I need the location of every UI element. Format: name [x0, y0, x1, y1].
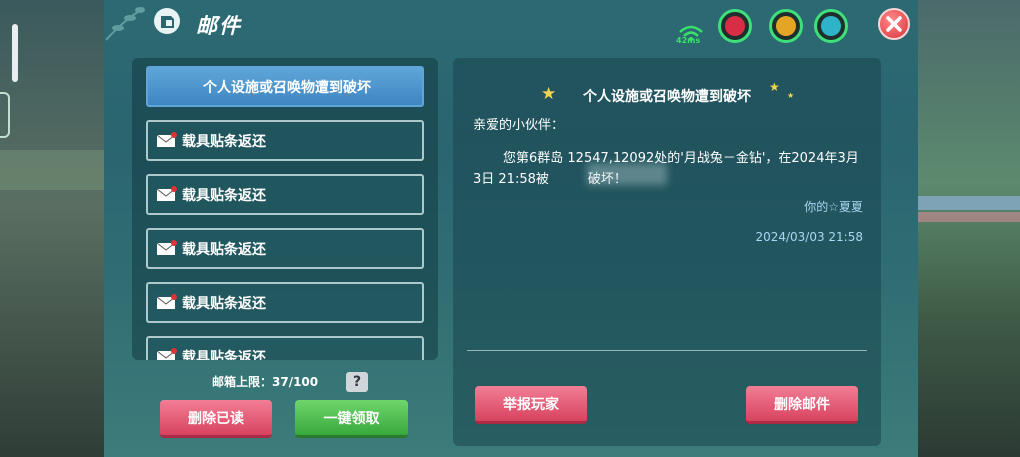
panel-header: 邮件 42ms — [104, 0, 918, 46]
health-status[interactable] — [718, 9, 752, 43]
water-icon — [821, 16, 841, 36]
mail-signature: 你的☆夏夏 — [804, 200, 863, 214]
side-tab[interactable] — [0, 92, 10, 138]
mail-icon — [154, 8, 180, 34]
mail-item-label: 载具贴条返还 — [182, 242, 266, 258]
divider — [467, 350, 867, 351]
side-handle[interactable] — [12, 24, 18, 82]
mail-item[interactable]: 载具贴条返还 — [146, 282, 424, 323]
mail-item-selected[interactable]: 个人设施或召唤物遭到破坏 — [146, 66, 424, 107]
background-road — [0, 150, 104, 190]
ping-readout: 42ms — [676, 36, 701, 45]
envelope-icon — [156, 348, 177, 360]
mail-item[interactable]: 载具贴条返还 — [146, 228, 424, 269]
mail-item-label: 载具贴条返还 — [182, 350, 266, 360]
question-icon[interactable]: ? — [346, 372, 368, 392]
envelope-icon — [156, 186, 177, 201]
close-button[interactable] — [878, 8, 910, 40]
food-status[interactable] — [769, 9, 803, 43]
close-icon — [886, 16, 902, 32]
mail-date: 2024/03/03 21:58 — [755, 230, 863, 244]
report-player-button[interactable]: 举报玩家 — [475, 386, 587, 424]
mail-item-label: 载具贴条返还 — [182, 134, 266, 150]
mailbox-limit: 邮箱上限：37/100 — [212, 375, 319, 389]
mail-item-label: 载具贴条返还 — [182, 188, 266, 204]
delete-read-button[interactable]: 删除已读 — [160, 400, 272, 438]
heart-icon — [725, 16, 745, 36]
food-icon — [776, 16, 796, 36]
mail-title: 个人设施或召唤物遭到破坏 — [583, 89, 751, 105]
redacted-name — [587, 163, 667, 185]
envelope-icon — [156, 240, 177, 255]
mail-detail: ★ ★ ★ 个人设施或召唤物遭到破坏 亲爱的小伙伴： 您第6群岛 12547,1… — [453, 58, 881, 446]
background-stripe — [918, 196, 1020, 210]
background-right — [918, 0, 1020, 457]
mail-item[interactable]: 载具贴条返还 — [146, 336, 424, 360]
mail-list[interactable]: 个人设施或召唤物遭到破坏 载具贴条返还 载具贴条返还 载具贴条返还 载具贴条返还… — [132, 58, 438, 360]
mail-item-label: 个人设施或召唤物遭到破坏 — [203, 80, 371, 96]
mail-item[interactable]: 载具贴条返还 — [146, 120, 424, 161]
envelope-icon — [156, 132, 177, 147]
background-stripe-2 — [918, 212, 1020, 222]
envelope-icon — [156, 294, 177, 309]
claim-all-button[interactable]: 一键领取 — [295, 400, 408, 438]
mail-body: 您第6群岛 12547,12092处的'月战兔－金钻'，在2024年3月3日 2… — [473, 151, 859, 187]
water-status[interactable] — [814, 9, 848, 43]
delete-mail-button[interactable]: 删除邮件 — [746, 386, 858, 424]
page-title: 邮件 — [196, 14, 242, 38]
mail-item-label: 载具贴条返还 — [182, 296, 266, 312]
mail-greeting: 亲爱的小伙伴： — [473, 118, 565, 133]
mail-item[interactable]: 载具贴条返还 — [146, 174, 424, 215]
mail-panel: 邮件 42ms 个人设施或召唤物遭到破坏 载具贴条返还 载具贴条返还 载具贴条返… — [104, 0, 918, 457]
